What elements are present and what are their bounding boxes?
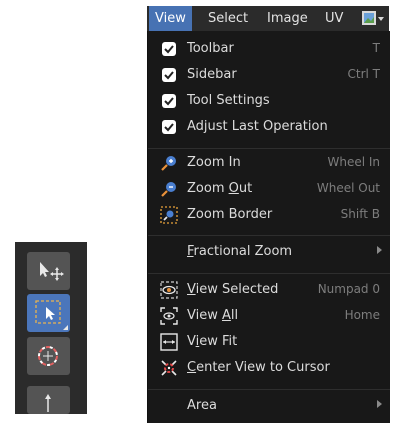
menu-item-area[interactable]: Area — [148, 393, 390, 419]
select-box-tool-button[interactable] — [27, 294, 70, 332]
zoom-border-icon — [160, 206, 178, 224]
menu-item-label: View Fit — [187, 334, 238, 349]
shortcut-label: Wheel Out — [316, 181, 380, 195]
arrow-up-icon — [45, 394, 51, 412]
menu-image[interactable]: Image — [261, 6, 314, 31]
shortcut-label: Wheel In — [327, 155, 380, 169]
menu-item-label: View Selected — [187, 282, 279, 297]
shortcut-label: Numpad 0 — [317, 282, 380, 296]
submenu-arrow-icon — [377, 400, 382, 408]
menu-item-label: Zoom Border — [187, 207, 273, 222]
menu-item-view-fit[interactable]: View Fit — [148, 329, 390, 355]
editor-menubar: View Select Image UV — [147, 6, 389, 31]
menu-item-label: Toolbar — [187, 41, 234, 56]
checkbox-checked-icon[interactable] — [160, 92, 178, 110]
view-selected-icon — [160, 281, 178, 299]
menu-separator — [148, 148, 390, 149]
menu-item-zoom-in[interactable]: Zoom In Wheel In — [148, 150, 390, 176]
menu-item-label: Center View to Cursor — [187, 360, 330, 375]
grab-tool-button[interactable] — [27, 252, 70, 290]
3d-cursor-icon — [38, 346, 58, 366]
menu-item-label: View All — [187, 308, 239, 323]
cursor-tool-button[interactable] — [27, 337, 70, 375]
menu-separator — [148, 273, 390, 274]
menu-item-sidebar[interactable]: Sidebar Ctrl T — [148, 62, 390, 88]
menu-item-label: Zoom Out — [187, 181, 253, 196]
menu-item-tool-settings[interactable]: Tool Settings — [148, 88, 390, 114]
menu-item-label: Sidebar — [187, 67, 237, 82]
view-fit-icon — [160, 333, 178, 351]
shortcut-label: Home — [344, 308, 380, 322]
menu-item-center-view-to-cursor[interactable]: Center View to Cursor — [148, 355, 390, 381]
zoom-out-icon — [161, 182, 176, 197]
menu-select[interactable]: Select — [202, 6, 254, 31]
checkbox-checked-icon[interactable] — [160, 66, 178, 84]
menu-item-toolbar[interactable]: Toolbar T — [148, 36, 390, 62]
menu-item-view-all[interactable]: View All Home — [148, 303, 390, 329]
menu-view[interactable]: View — [149, 6, 192, 31]
menu-separator — [148, 235, 390, 236]
shortcut-label: Ctrl T — [347, 67, 381, 81]
menu-item-label: Tool Settings — [187, 93, 270, 108]
menu-item-adjust-last-operation[interactable]: Adjust Last Operation — [148, 114, 390, 140]
shortcut-label: Shift B — [340, 207, 380, 221]
zoom-in-icon — [161, 156, 176, 171]
shortcut-label: T — [372, 41, 380, 55]
view-all-icon — [160, 307, 178, 325]
menu-separator — [148, 389, 390, 390]
menu-item-zoom-out[interactable]: Zoom Out Wheel Out — [148, 176, 390, 202]
image-editor-icon[interactable] — [361, 9, 385, 28]
menu-item-label: Zoom In — [187, 155, 241, 170]
menu-item-zoom-border[interactable]: Zoom Border Shift B — [148, 202, 390, 228]
menu-item-fractional-zoom[interactable]: Fractional Zoom — [148, 239, 390, 265]
menu-item-label: Fractional Zoom — [187, 244, 293, 259]
menu-item-label: Area — [187, 398, 217, 413]
move-cursor-icon — [40, 262, 64, 281]
tool-shelf — [15, 242, 87, 414]
transform-tool-button[interactable] — [27, 386, 70, 414]
center-cursor-icon — [161, 360, 177, 376]
tool-options-indicator — [63, 325, 68, 330]
menu-uv[interactable]: UV — [319, 6, 349, 31]
checkbox-checked-icon[interactable] — [160, 40, 178, 58]
submenu-arrow-icon — [377, 246, 382, 254]
menu-item-view-selected[interactable]: View Selected Numpad 0 — [148, 277, 390, 303]
checkbox-checked-icon[interactable] — [160, 118, 178, 136]
view-menu-dropdown: Toolbar T Sidebar Ctrl T Tool Settings A… — [147, 31, 390, 423]
menu-item-label: Adjust Last Operation — [187, 119, 328, 134]
